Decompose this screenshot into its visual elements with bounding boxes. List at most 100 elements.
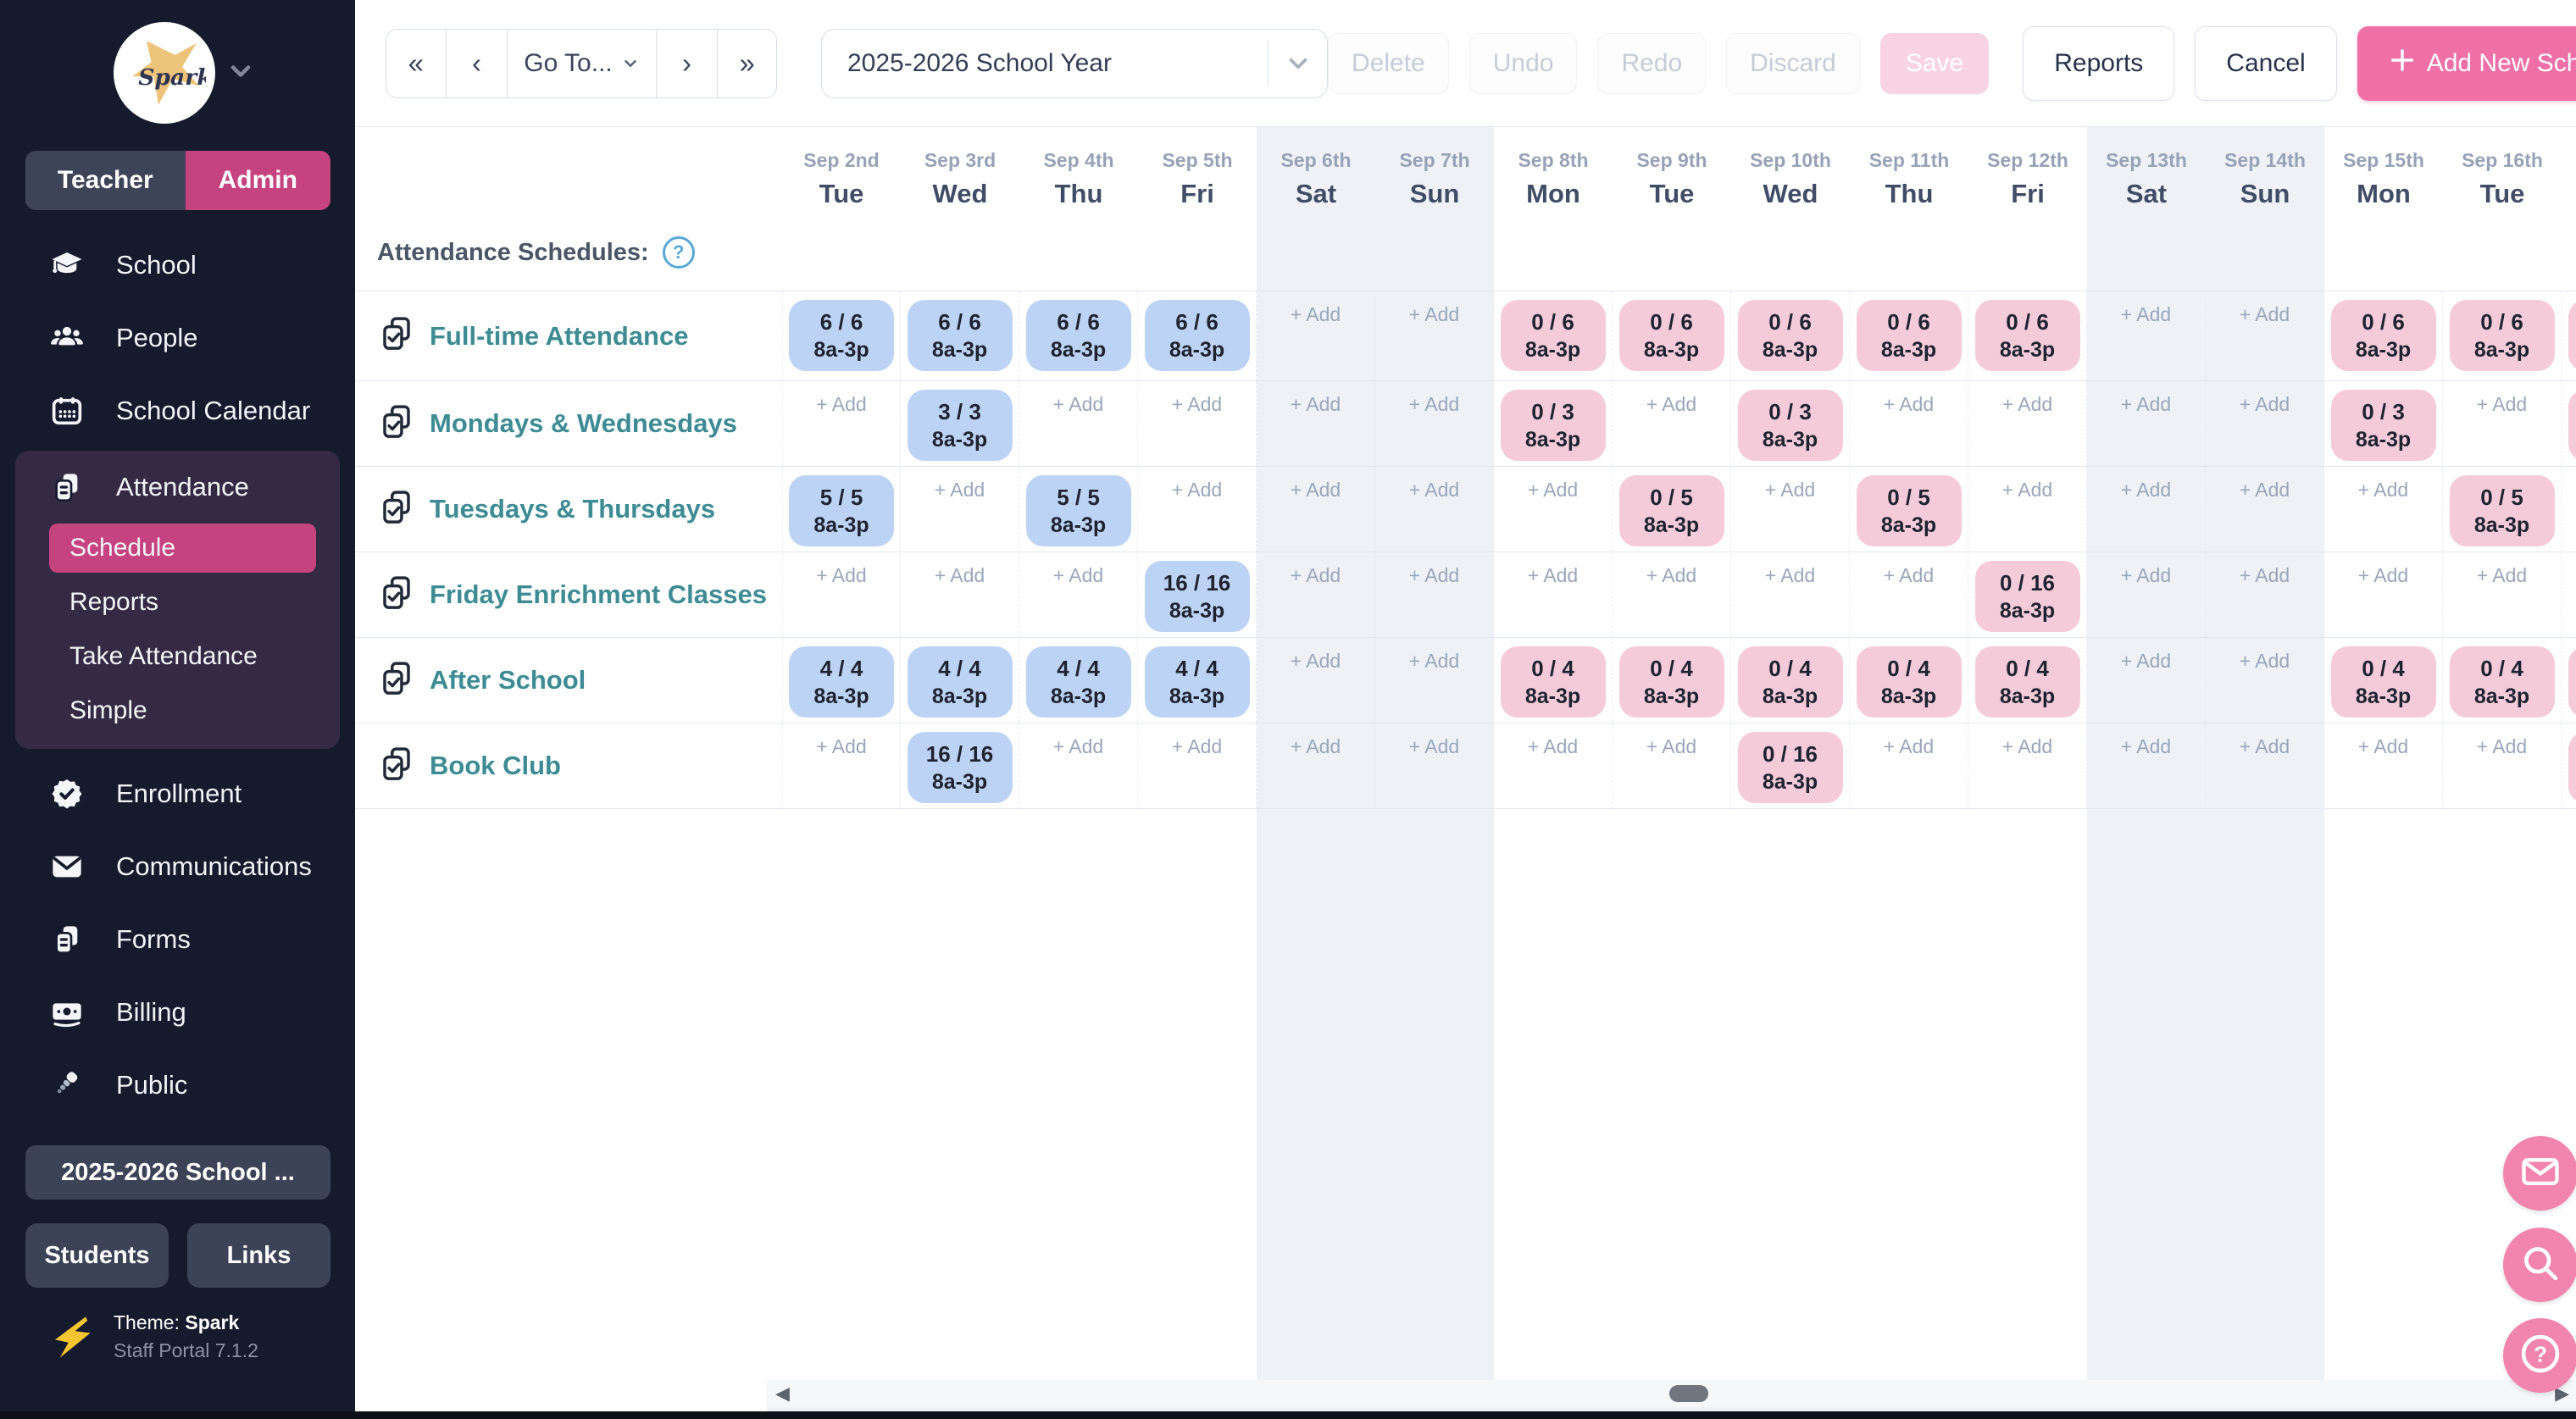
attendance-pill[interactable] [2568,390,2576,461]
sidebar-item-billing[interactable]: Billing [0,976,355,1049]
add-attendance-link[interactable]: + Add [2087,735,2205,758]
add-attendance-link[interactable]: + Add [1375,303,1493,326]
add-attendance-link[interactable]: + Add [1257,303,1374,326]
add-attendance-link[interactable]: + Add [1138,735,1256,758]
attendance-pill[interactable]: 0 / 4 8a-3p [1501,646,1606,718]
attendance-pill[interactable]: 3 / 3 8a-3p [908,390,1013,461]
attendance-pill[interactable]: 0 / 5 8a-3p [1619,475,1724,546]
attendance-pill[interactable]: 0 / 6 8a-3p [1619,300,1724,371]
attendance-pill[interactable]: 0 / 6 8a-3p [1975,300,2080,371]
add-attendance-link[interactable]: + Add [1613,564,1730,587]
add-attendance-link[interactable]: + Add [1019,393,1137,416]
add-attendance-link[interactable]: + Add [2443,735,2561,758]
add-new-schedule-button[interactable]: Add New Schedule [2357,26,2576,101]
attendance-pill[interactable]: 16 / 16 8a-3p [1145,561,1250,632]
add-attendance-link[interactable]: + Add [1968,479,2086,502]
sidebar-item-school[interactable]: School [0,229,355,302]
add-attendance-link[interactable]: + Add [2443,393,2561,416]
sidebar-subitem-reports[interactable]: Reports [49,578,316,627]
attendance-pill[interactable]: 0 / 6 8a-3p [1501,300,1606,371]
add-attendance-link[interactable]: + Add [783,393,900,416]
sidebar-item-school-calendar[interactable]: School Calendar [0,374,355,447]
sidebar-item-communications[interactable]: Communications [0,830,355,903]
add-attendance-link[interactable]: + Add [2087,479,2205,502]
schedule-link-tuesdays-thursdays[interactable]: Tuesdays & Thursdays [430,494,715,524]
links-button[interactable]: Links [187,1223,330,1288]
cancel-button[interactable]: Cancel [2195,26,2336,101]
attendance-pill[interactable]: 0 / 4 8a-3p [1857,646,1962,718]
attendance-pill[interactable]: 6 / 6 8a-3p [1026,300,1131,371]
attendance-pill[interactable]: 0 / 4 8a-3p [1619,646,1724,718]
add-attendance-link[interactable]: + Add [2206,564,2323,587]
attendance-pill[interactable]: 0 / 5 8a-3p [2450,475,2555,546]
attendance-pill[interactable]: 0 / 3 8a-3p [2331,390,2436,461]
attendance-pill[interactable]: 0 / 6 8a-3p [1738,300,1843,371]
add-attendance-link[interactable]: + Add [901,564,1019,587]
attendance-pill[interactable]: 4 / 4 8a-3p [908,646,1013,718]
add-attendance-link[interactable]: + Add [2206,393,2323,416]
attendance-pill[interactable]: 0 / 4 8a-3p [2331,646,2436,718]
attendance-pill[interactable]: 5 / 5 8a-3p [1026,475,1131,546]
attendance-pill[interactable]: 0 / 3 8a-3p [1501,390,1606,461]
attendance-pill[interactable]: 0 / 6 8a-3p [1857,300,1962,371]
add-attendance-link[interactable]: + Add [2206,479,2323,502]
add-attendance-link[interactable]: + Add [2087,564,2205,587]
add-attendance-link[interactable]: + Add [1257,393,1374,416]
help-icon[interactable]: ? [663,236,695,269]
attendance-pill[interactable]: 6 / 6 8a-3p [908,300,1013,371]
add-attendance-link[interactable]: + Add [1257,735,1374,758]
add-attendance-link[interactable]: + Add [1375,564,1493,587]
attendance-pill[interactable] [2568,646,2576,718]
add-attendance-link[interactable]: + Add [2206,735,2323,758]
sidebar-item-people[interactable]: People [0,302,355,374]
undo-button[interactable]: Undo [1469,33,1578,94]
schedule-link-friday-enrichment-classes[interactable]: Friday Enrichment Classes [430,579,767,610]
reports-button[interactable]: Reports [2023,26,2174,101]
add-attendance-link[interactable]: + Add [2206,650,2323,673]
attendance-pill[interactable]: 0 / 5 8a-3p [1857,475,1962,546]
add-attendance-link[interactable]: + Add [2324,479,2442,502]
attendance-pill[interactable]: 0 / 16 8a-3p [1738,732,1843,803]
attendance-pill[interactable]: 0 / 4 8a-3p [2450,646,2555,718]
add-attendance-link[interactable]: + Add [1968,735,2086,758]
attendance-pill[interactable]: 0 / 6 8a-3p [2331,300,2436,371]
add-attendance-link[interactable]: + Add [1850,735,1968,758]
add-attendance-link[interactable]: + Add [901,479,1019,502]
attendance-pill[interactable]: 6 / 6 8a-3p [789,300,894,371]
attendance-pill[interactable]: 0 / 4 8a-3p [1975,646,2080,718]
attendance-pill[interactable] [2568,732,2576,803]
sidebar-item-attendance[interactable]: Attendance [15,451,340,524]
spark-logo[interactable]: Spark [114,22,215,124]
schedule-link-mondays-wednesdays[interactable]: Mondays & Wednesdays [430,408,737,439]
add-attendance-link[interactable]: + Add [2087,393,2205,416]
add-attendance-link[interactable]: + Add [1375,479,1493,502]
mail-fab-button[interactable] [2503,1136,2576,1211]
add-attendance-link[interactable]: + Add [2087,303,2205,326]
school-year-select[interactable]: 2025-2026 School Year [821,29,1328,98]
attendance-pill[interactable]: 4 / 4 8a-3p [1145,646,1250,718]
attendance-pill[interactable]: 4 / 4 8a-3p [789,646,894,718]
add-attendance-link[interactable]: + Add [1494,564,1612,587]
add-attendance-link[interactable]: + Add [1375,650,1493,673]
sidebar-subitem-simple[interactable]: Simple [49,686,316,735]
sidebar-item-enrollment[interactable]: Enrollment [0,757,355,830]
add-attendance-link[interactable]: + Add [1494,479,1612,502]
scrollbar-thumb[interactable] [1669,1385,1708,1402]
add-attendance-link[interactable]: + Add [2324,735,2442,758]
delete-button[interactable]: Delete [1328,33,1449,94]
add-attendance-link[interactable]: + Add [2087,650,2205,673]
attendance-pill[interactable] [2568,300,2576,371]
pager-previous-button[interactable]: ‹ [446,30,508,97]
add-attendance-link[interactable]: + Add [1613,735,1730,758]
add-attendance-link[interactable]: + Add [1850,564,1968,587]
attendance-pill[interactable]: 0 / 3 8a-3p [1738,390,1843,461]
add-attendance-link[interactable]: + Add [1019,564,1137,587]
add-attendance-link[interactable]: + Add [1019,735,1137,758]
add-attendance-link[interactable]: + Add [1138,479,1256,502]
add-attendance-link[interactable]: + Add [1968,393,2086,416]
add-attendance-link[interactable]: + Add [1731,564,1849,587]
add-attendance-link[interactable]: + Add [1257,564,1374,587]
pager-go-to-button[interactable]: Go To... [507,30,655,97]
add-attendance-link[interactable]: + Add [2324,564,2442,587]
scroll-left-arrow-icon[interactable]: ◀ [775,1383,790,1404]
